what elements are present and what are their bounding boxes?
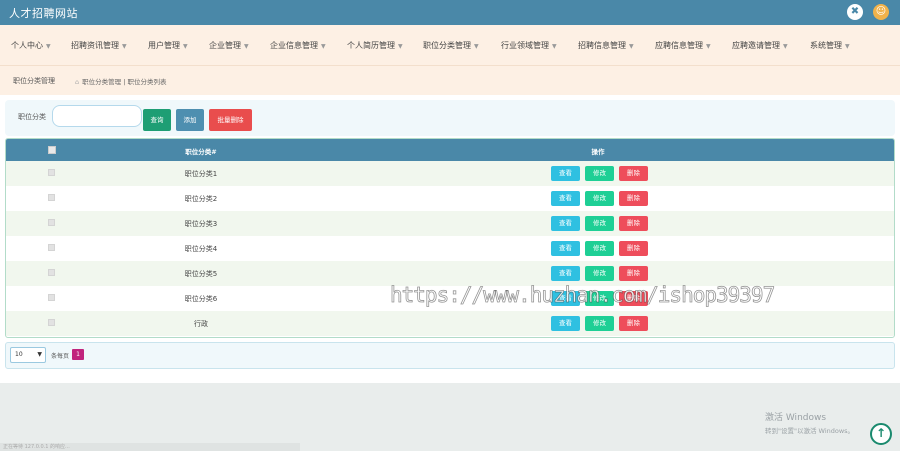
chevron-down-icon: ▼ (398, 43, 403, 50)
view-button[interactable]: 查看 (551, 266, 580, 281)
page-size-select[interactable]: 10 ▼ (10, 347, 46, 363)
view-button[interactable]: 查看 (551, 216, 580, 231)
breadcrumb: 职位分类管理 ⌂ 职位分类管理 | 职位分类列表 (0, 66, 900, 95)
batch-delete-button[interactable]: 批量删除 (209, 109, 252, 131)
menu-item-users[interactable]: 用户管理 ▼ (148, 40, 188, 51)
search-panel: 职位分类 查询 添加 批量删除 (5, 100, 895, 136)
row-checkbox[interactable] (48, 219, 55, 226)
row-checkbox[interactable] (48, 169, 55, 176)
chevron-down-icon: ▼ (37, 351, 42, 358)
menu-item-applications[interactable]: 应聘信息管理 ▼ (655, 40, 711, 51)
chevron-down-icon: ▼ (474, 43, 479, 50)
view-button[interactable]: 查看 (551, 166, 580, 181)
search-input[interactable] (52, 105, 142, 127)
category-name: 行政 (194, 320, 208, 328)
delete-button[interactable]: 删除 (619, 241, 648, 256)
page-number-button[interactable]: 1 (72, 349, 84, 360)
row-checkbox[interactable] (48, 269, 55, 276)
per-page-label: 条每页 (51, 353, 70, 360)
select-all-checkbox[interactable] (48, 146, 56, 154)
row-checkbox[interactable] (48, 294, 55, 301)
chevron-down-icon: ▼ (183, 43, 188, 50)
chevron-down-icon: ▼ (552, 43, 557, 50)
chevron-down-icon: ▼ (845, 43, 850, 50)
column-header-ops: 操作 (591, 148, 605, 156)
menu-item-recruit-news[interactable]: 招聘资讯管理 ▼ (71, 40, 127, 51)
table-header: 职位分类# 操作 (6, 139, 894, 161)
windows-activation-notice: 激活 Windows 转到"设置"以激活 Windows。 (765, 410, 854, 435)
delete-button[interactable]: 删除 (619, 266, 648, 281)
category-name: 职位分类1 (184, 170, 218, 178)
table-row: 行政 查看 修改 删除 (6, 311, 894, 336)
chevron-down-icon: ▼ (122, 43, 127, 50)
table-row: 职位分类2 查看 修改 删除 (6, 186, 894, 211)
breadcrumb-path: ⌂ 职位分类管理 | 职位分类列表 (75, 78, 167, 86)
category-name: 职位分类4 (184, 245, 218, 253)
column-header-name: 职位分类# (185, 148, 217, 156)
menu-item-industry[interactable]: 行业领域管理 ▼ (501, 40, 557, 51)
watermark-text: https://www.huzhan.com/ishop39397 (390, 283, 776, 308)
page-title: 职位分类管理 (13, 77, 55, 85)
chevron-down-icon: ▼ (244, 43, 249, 50)
chevron-down-icon: ▼ (783, 43, 788, 50)
view-button[interactable]: 查看 (551, 316, 580, 331)
menu-item-personal-center[interactable]: 个人中心 ▼ (11, 40, 51, 51)
back-to-top-icon[interactable]: ↑ (870, 423, 892, 445)
edit-button[interactable]: 修改 (585, 241, 614, 256)
table-row: 职位分类1 查看 修改 删除 (6, 161, 894, 186)
close-icon[interactable]: ✖ (847, 4, 863, 20)
pagination: 10 ▼ 条每页 1 (5, 342, 895, 369)
search-label: 职位分类 (18, 113, 46, 121)
menu-item-system[interactable]: 系统管理 ▼ (810, 40, 850, 51)
table-row: 职位分类3 查看 修改 删除 (6, 211, 894, 236)
main-menu: 个人中心 ▼ 招聘资讯管理 ▼ 用户管理 ▼ 企业管理 ▼ 企业信息管理 ▼ 个人简历管理… (0, 25, 900, 66)
edit-button[interactable]: 修改 (585, 166, 614, 181)
edit-button[interactable]: 修改 (585, 266, 614, 281)
category-name: 职位分类5 (184, 270, 218, 278)
category-table: 职位分类# 操作 职位分类1 查看 修改 删除 职位分类2 查看 修改 删除 职… (5, 138, 895, 338)
delete-button[interactable]: 删除 (619, 191, 648, 206)
edit-button[interactable]: 修改 (585, 216, 614, 231)
edit-button[interactable]: 修改 (585, 191, 614, 206)
menu-item-company-info[interactable]: 企业信息管理 ▼ (270, 40, 326, 51)
activation-title: 激活 Windows (765, 413, 827, 423)
delete-button[interactable]: 删除 (619, 316, 648, 331)
chevron-down-icon: ▼ (629, 43, 634, 50)
delete-button[interactable]: 删除 (619, 166, 648, 181)
row-checkbox[interactable] (48, 319, 55, 326)
chevron-down-icon: ▼ (321, 43, 326, 50)
menu-item-invitations[interactable]: 应聘邀请管理 ▼ (732, 40, 788, 51)
view-button[interactable]: 查看 (551, 241, 580, 256)
search-button[interactable]: 查询 (143, 109, 171, 131)
avatar[interactable]: ☺ (873, 4, 889, 20)
home-icon[interactable]: ⌂ (75, 78, 79, 86)
top-bar: 人才招聘网站 ✖ ☺ (0, 0, 900, 25)
category-name: 职位分类3 (184, 220, 218, 228)
category-name: 职位分类2 (184, 195, 218, 203)
view-button[interactable]: 查看 (551, 191, 580, 206)
activation-subtitle: 转到"设置"以激活 Windows。 (765, 427, 855, 435)
row-checkbox[interactable] (48, 244, 55, 251)
table-row: 职位分类4 查看 修改 删除 (6, 236, 894, 261)
menu-item-job-info[interactable]: 招聘信息管理 ▼ (578, 40, 634, 51)
category-name: 职位分类6 (184, 295, 218, 303)
app-title: 人才招聘网站 (9, 7, 78, 20)
menu-item-companies[interactable]: 企业管理 ▼ (209, 40, 249, 51)
row-checkbox[interactable] (48, 194, 55, 201)
chevron-down-icon: ▼ (46, 43, 51, 50)
delete-button[interactable]: 删除 (619, 216, 648, 231)
chevron-down-icon: ▼ (706, 43, 711, 50)
menu-item-resumes[interactable]: 个人简历管理 ▼ (347, 40, 403, 51)
edit-button[interactable]: 修改 (585, 316, 614, 331)
menu-item-job-category[interactable]: 职位分类管理 ▼ (423, 40, 479, 51)
add-button[interactable]: 添加 (176, 109, 204, 131)
browser-status-bar: 正在等待 127.0.0.1 的响应... (0, 443, 300, 451)
